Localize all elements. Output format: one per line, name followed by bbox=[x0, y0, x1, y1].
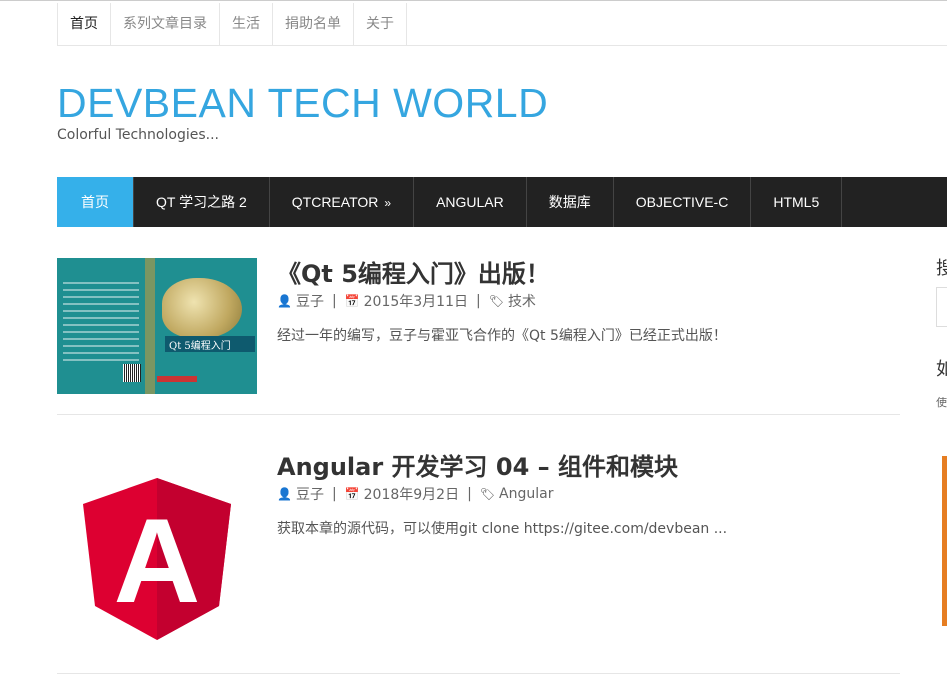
topnav-item-about[interactable]: 关于 bbox=[354, 3, 407, 46]
mainnav-item-qtcreator-label: QTCREATOR bbox=[291, 194, 379, 210]
sidebar-search-input[interactable] bbox=[936, 287, 947, 327]
cover-title-text: Qt 5编程入门 bbox=[169, 341, 231, 352]
angular-logo-letter: A bbox=[114, 494, 201, 628]
post-title[interactable]: Angular 开发学习 04 – 组件和模块 bbox=[277, 447, 678, 482]
tags-icon: 🏷 bbox=[488, 294, 504, 308]
post-date[interactable]: 2015年3月11日 bbox=[364, 291, 468, 311]
post-category[interactable]: 技术 bbox=[508, 291, 536, 311]
post-excerpt: 经过一年的编写，豆子与霍亚飞合作的《Qt 5编程入门》已经正式出版！ bbox=[277, 328, 727, 344]
sidebar-search-heading: 搜 bbox=[936, 258, 947, 279]
cover-text-lines bbox=[63, 282, 139, 366]
topnav-divider bbox=[57, 45, 947, 46]
post-meta: 👤 豆子 | 📅 2015年3月11日 | 🏷 技术 bbox=[277, 291, 536, 311]
meta-separator: | bbox=[467, 486, 472, 502]
sidebar-widget-heading: 如 bbox=[936, 359, 947, 380]
post-item: A Angular 开发学习 04 – 组件和模块 👤 豆子 | 📅 2018年… bbox=[57, 450, 900, 674]
calendar-icon: 📅 bbox=[344, 487, 360, 501]
post-category[interactable]: Angular bbox=[499, 486, 553, 502]
topnav-item-home[interactable]: 首页 bbox=[58, 3, 111, 46]
topnav-item-series-index[interactable]: 系列文章目录 bbox=[111, 3, 220, 46]
meta-separator: | bbox=[475, 293, 481, 309]
tags-icon: 🏷 bbox=[479, 487, 496, 501]
mainnav-item-home[interactable]: 首页 bbox=[57, 177, 134, 227]
user-icon: 👤 bbox=[277, 487, 292, 501]
mainnav-item-objective-c[interactable]: OBJECTIVE-C bbox=[614, 177, 752, 227]
mainnav-item-qtcreator[interactable]: QTCREATOR » bbox=[270, 177, 415, 227]
submenu-arrow-icon: » bbox=[384, 196, 392, 210]
post-title[interactable]: 《Qt 5编程入门》出版！ bbox=[277, 254, 550, 289]
sidebar-banner[interactable] bbox=[942, 456, 947, 626]
mainnav-item-angular[interactable]: ANGULAR bbox=[414, 177, 527, 227]
meta-separator: | bbox=[331, 486, 337, 502]
sidebar-widget-text: 使 bbox=[936, 396, 947, 409]
post-excerpt: 获取本章的源代码，可以使用git clone https://gitee.com… bbox=[277, 521, 728, 537]
main-navigation: 首页 QT 学习之路 2 QTCREATOR » ANGULAR 数据库 OBJE… bbox=[57, 177, 947, 227]
top-navigation: 首页 系列文章目录 生活 捐助名单 关于 bbox=[57, 3, 407, 46]
cover-spine bbox=[145, 258, 155, 394]
post-date[interactable]: 2018年9月2日 bbox=[364, 484, 459, 504]
mainnav-item-database[interactable]: 数据库 bbox=[527, 177, 614, 227]
cover-barcode bbox=[123, 364, 141, 382]
post-thumbnail-angular-logo[interactable]: A bbox=[57, 450, 257, 650]
site-title[interactable]: DEVBEAN TECH WORLD bbox=[57, 80, 548, 127]
mainnav-item-html5[interactable]: HTML5 bbox=[751, 177, 843, 227]
post-thumbnail-book-cover[interactable]: Qt 5编程入门 bbox=[57, 258, 257, 394]
post-author[interactable]: 豆子 bbox=[296, 484, 324, 504]
angular-logo-icon: A bbox=[83, 478, 231, 640]
cover-publisher-logo bbox=[157, 376, 197, 382]
site-tagline: Colorful Technologies... bbox=[57, 127, 219, 143]
topnav-item-donors[interactable]: 捐助名单 bbox=[273, 3, 354, 46]
mainnav-item-qt[interactable]: QT 学习之路 2 bbox=[134, 177, 270, 227]
topnav-item-life[interactable]: 生活 bbox=[220, 3, 273, 46]
calendar-icon: 📅 bbox=[344, 294, 360, 308]
post-meta: 👤 豆子 | 📅 2018年9月2日 | 🏷 Angular bbox=[277, 484, 553, 504]
user-icon: 👤 bbox=[277, 294, 292, 308]
post-item: Qt 5编程入门 《Qt 5编程入门》出版！ 👤 豆子 | 📅 2015年3月1… bbox=[57, 258, 900, 415]
meta-separator: | bbox=[331, 293, 337, 309]
post-author[interactable]: 豆子 bbox=[296, 291, 324, 311]
cover-flower-image bbox=[162, 278, 242, 338]
